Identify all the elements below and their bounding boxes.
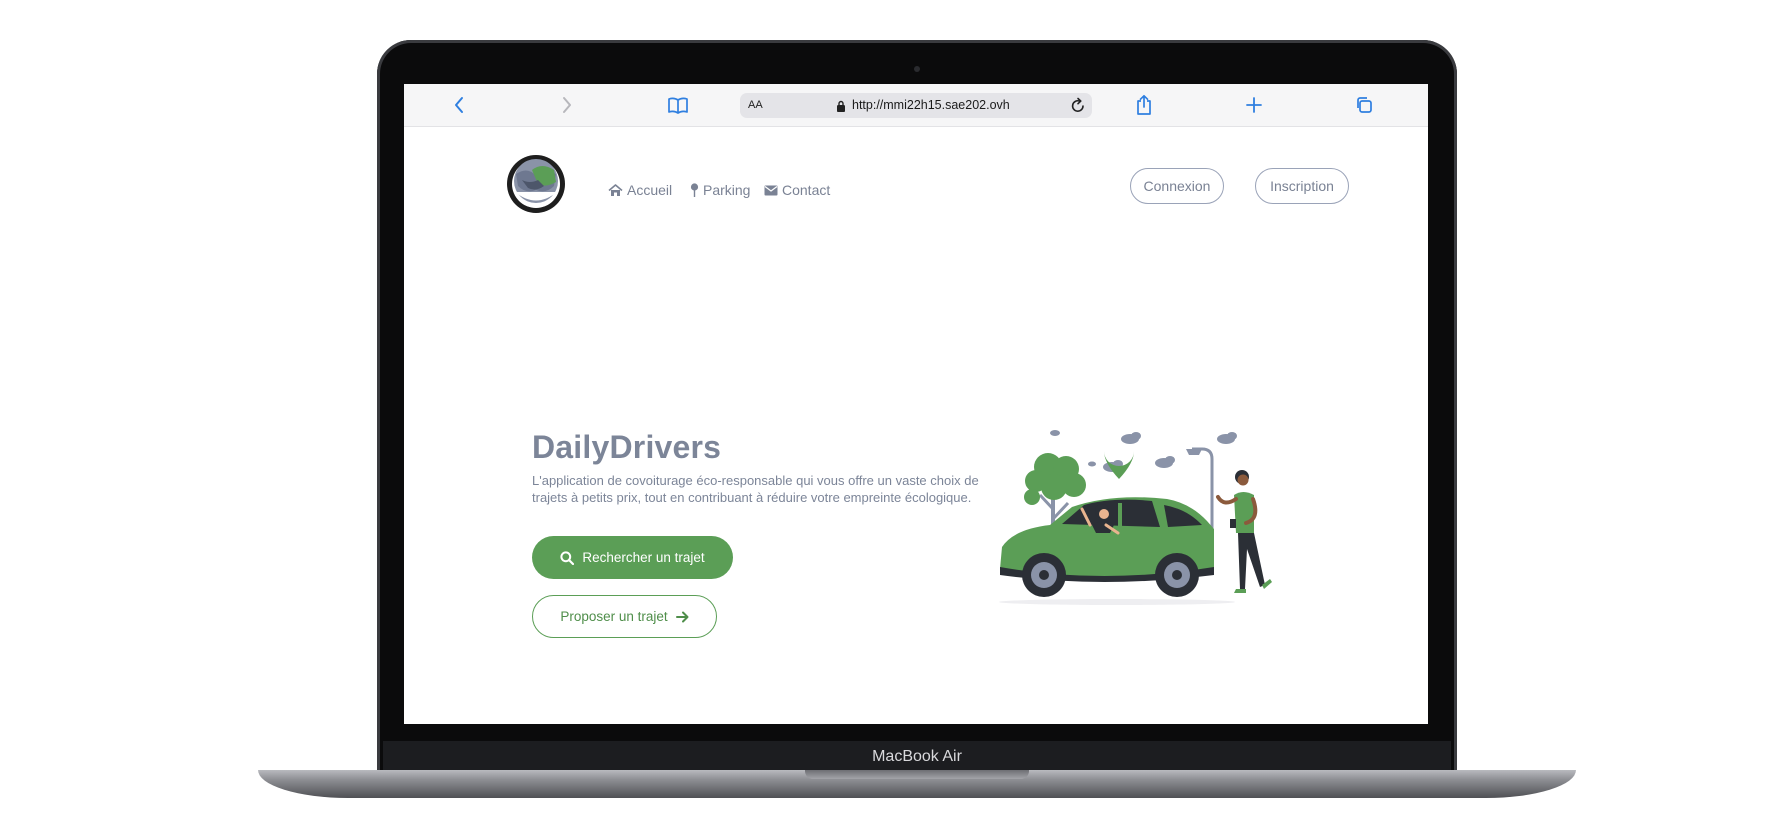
nav-home[interactable]: Accueil <box>608 180 672 200</box>
login-button[interactable]: Connexion <box>1130 168 1224 204</box>
lock-icon <box>837 100 845 112</box>
tabs-icon[interactable] <box>1354 84 1374 126</box>
signup-button[interactable]: Inscription <box>1255 168 1349 204</box>
offer-trip-label: Proposer un trajet <box>560 609 668 624</box>
site-logo[interactable] <box>506 154 566 214</box>
search-trip-button[interactable]: Rechercher un trajet <box>532 536 733 579</box>
chevron-right-icon[interactable] <box>556 84 578 126</box>
nav-home-label: Accueil <box>627 182 673 198</box>
plus-icon[interactable] <box>1244 84 1264 126</box>
text-size-button[interactable]: AA <box>748 93 763 118</box>
search-icon <box>560 550 575 565</box>
envelope-icon <box>764 185 778 195</box>
browser-screen: AA http://mmi22h15.sae202.ovh Accueil Pa… <box>404 84 1428 724</box>
offer-trip-button[interactable]: Proposer un trajet <box>532 595 717 638</box>
reload-icon[interactable] <box>1070 97 1086 114</box>
carpool-illustration <box>992 429 1292 619</box>
map-pin-icon <box>690 183 699 197</box>
nav-parking[interactable]: Parking <box>690 180 750 200</box>
search-trip-label: Rechercher un trajet <box>582 550 705 565</box>
book-icon[interactable] <box>666 84 690 126</box>
share-icon[interactable] <box>1134 84 1154 126</box>
home-icon <box>608 183 623 196</box>
nav-parking-label: Parking <box>703 182 751 198</box>
hero-description: L'application de covoiturage éco-respons… <box>532 473 979 505</box>
camera-icon <box>914 66 920 72</box>
browser-toolbar: AA http://mmi22h15.sae202.ovh <box>404 84 1428 127</box>
url-text[interactable]: http://mmi22h15.sae202.ovh <box>852 93 1010 118</box>
address-bar[interactable]: AA http://mmi22h15.sae202.ovh <box>740 93 1092 118</box>
hero-title: DailyDrivers <box>532 429 722 465</box>
arrow-right-icon <box>675 611 689 622</box>
model-label: MacBook Air <box>872 748 962 765</box>
chevron-left-icon[interactable] <box>448 84 470 126</box>
laptop-notch <box>805 770 1029 779</box>
nav-contact[interactable]: Contact <box>764 180 830 200</box>
nav-contact-label: Contact <box>782 182 831 198</box>
